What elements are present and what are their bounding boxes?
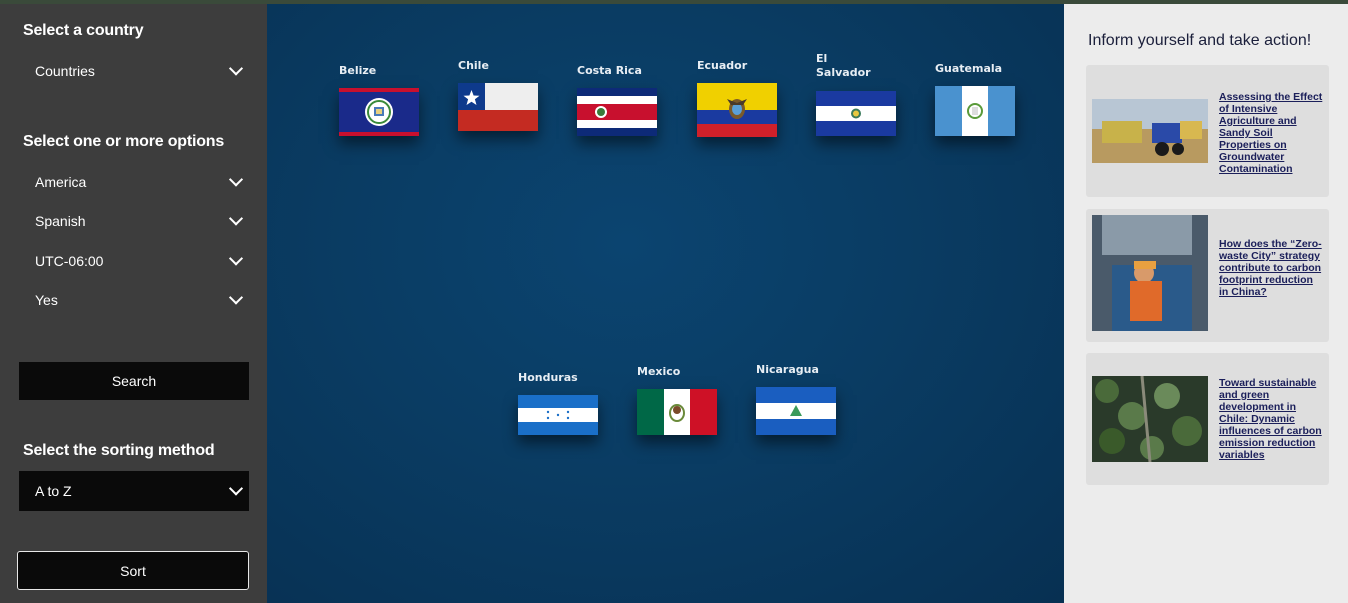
country-name: Chile [458,59,489,72]
country-name: Honduras [518,371,578,384]
chevron-down-icon [228,211,244,226]
continent-select-value: America [35,174,87,190]
options-section-title: Select one or more options [23,133,225,150]
chevron-down-icon [228,61,244,76]
el-salvador-flag-icon [816,91,896,136]
article-link[interactable]: Toward sustainable and green development… [1219,377,1325,461]
article-card[interactable]: Assessing the Effect of Intensive Agricu… [1086,65,1329,197]
country-card-guatemala[interactable]: Guatemala [935,62,1015,136]
country-section-title: Select a country [23,22,144,39]
sort-button[interactable]: Sort [17,551,249,590]
language-select-value: Spanish [35,213,86,229]
costa-rica-flag-icon [577,88,657,136]
sort-section-title: Select the sorting method [23,442,215,459]
article-link[interactable]: Assessing the Effect of Intensive Agricu… [1219,91,1325,175]
article-card[interactable]: Toward sustainable and green development… [1086,353,1329,485]
country-card-mexico[interactable]: Mexico [637,365,717,435]
country-select[interactable]: Countries [19,54,249,88]
sort-method-value: A to Z [35,483,72,499]
honduras-flag-icon [518,395,598,435]
country-card-belize[interactable]: Belize [339,64,419,136]
country-name: Ecuador [697,59,748,72]
country-name: Mexico [637,365,681,378]
belize-flag-icon [339,88,419,136]
country-card-ecuador[interactable]: Ecuador [697,59,777,137]
continent-select[interactable]: America [19,165,249,199]
worker-image-icon [1092,215,1208,331]
timezone-select[interactable]: UTC-06:00 [19,244,249,278]
country-grid: Belize Chile Costa Rica Ecuador El Salva… [267,4,1064,603]
search-button[interactable]: Search [19,362,249,400]
sort-method-select[interactable]: A to Z [19,471,249,511]
country-name: Costa Rica [577,64,642,77]
nicaragua-flag-icon [756,387,836,435]
country-card-nicaragua[interactable]: Nicaragua [756,363,836,435]
mexico-flag-icon [637,389,717,435]
chevron-down-icon [228,172,244,187]
country-name: Belize [339,64,377,77]
harvester-image-icon [1092,99,1208,163]
chevron-down-icon [228,290,244,305]
filter-sidebar: Select a country Countries Select one or… [0,4,267,603]
language-select[interactable]: Spanish [19,204,249,238]
ecuador-flag-icon [697,83,777,137]
chile-flag-icon [458,83,538,131]
chevron-down-icon [228,251,244,266]
forest-image-icon [1092,376,1208,462]
guatemala-flag-icon [935,86,1015,136]
panel-title: Inform yourself and take action! [1088,32,1312,49]
boolean-select-value: Yes [35,292,58,308]
article-card[interactable]: How does the “Zero-waste City” strategy … [1086,209,1329,342]
chevron-down-icon [228,481,244,496]
country-card-honduras[interactable]: Honduras [518,371,598,435]
articles-panel: Inform yourself and take action! Assessi… [1064,4,1348,603]
country-name: Guatemala [935,62,1003,75]
timezone-select-value: UTC-06:00 [35,253,104,269]
country-name: Nicaragua [756,363,819,376]
country-card-costa-rica[interactable]: Costa Rica [577,64,657,136]
country-name: El Salvador [816,52,871,79]
country-select-value: Countries [35,63,95,79]
country-card-el-salvador[interactable]: El Salvador [816,52,896,136]
boolean-select[interactable]: Yes [19,283,249,317]
article-link[interactable]: How does the “Zero-waste City” strategy … [1219,238,1325,298]
country-card-chile[interactable]: Chile [458,59,538,131]
